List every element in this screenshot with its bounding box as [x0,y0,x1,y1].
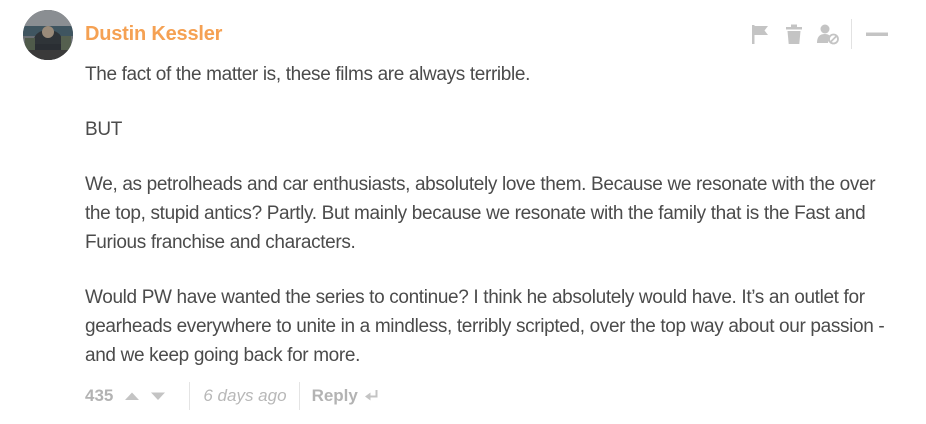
collapse-button[interactable] [864,21,890,47]
avatar-photo [23,10,73,60]
flag-icon [752,25,768,44]
vote-count: 435 [85,386,114,405]
comment-footer: 435 6 days ago Reply [85,381,380,411]
comment-paragraph: We, as petrolheads and car enthusiasts, … [85,174,876,253]
author-name[interactable]: Dustin Kessler [85,21,222,47]
comment-paragraph: Would PW have wanted the series to conti… [85,287,885,366]
reply-arrow-icon [364,389,380,403]
trash-icon [786,24,802,44]
reply-button[interactable]: Reply [312,386,380,406]
delete-button[interactable] [781,21,807,47]
comment: Dustin Kessler The fact of the matter is… [0,0,926,424]
comment-actions [739,19,890,49]
comment-body: The fact of the matter is, these films a… [85,60,885,396]
block-user-button[interactable] [815,21,841,47]
block-user-icon [817,24,839,45]
triangle-down-icon [151,392,166,400]
minus-icon [866,32,888,36]
triangle-up-icon [125,392,140,400]
comment-paragraph: The fact of the matter is, these films a… [85,64,531,85]
comment-paragraph: BUT [85,119,122,140]
actions-divider [851,19,852,49]
footer-divider [298,382,300,410]
avatar[interactable] [23,10,73,60]
flag-button[interactable] [747,21,773,47]
timestamp-link[interactable]: 6 days ago [203,386,286,406]
upvote-button[interactable] [121,385,143,407]
reply-label: Reply [311,386,358,405]
footer-divider [189,382,191,410]
downvote-button[interactable] [147,385,169,407]
